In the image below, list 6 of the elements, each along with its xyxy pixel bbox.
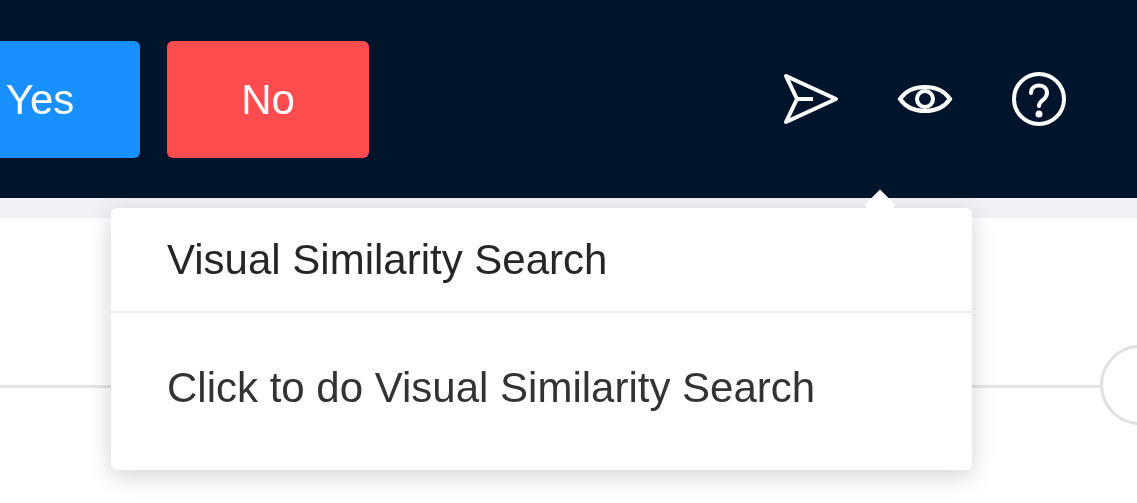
yes-button[interactable]: Yes	[0, 40, 140, 158]
help-icon[interactable]	[1011, 71, 1067, 127]
popover-text: Click to do Visual Similarity Search	[167, 363, 816, 413]
no-button[interactable]: No	[167, 40, 369, 158]
send-icon[interactable]	[783, 73, 839, 125]
popover-title: Visual Similarity Search	[167, 235, 608, 285]
